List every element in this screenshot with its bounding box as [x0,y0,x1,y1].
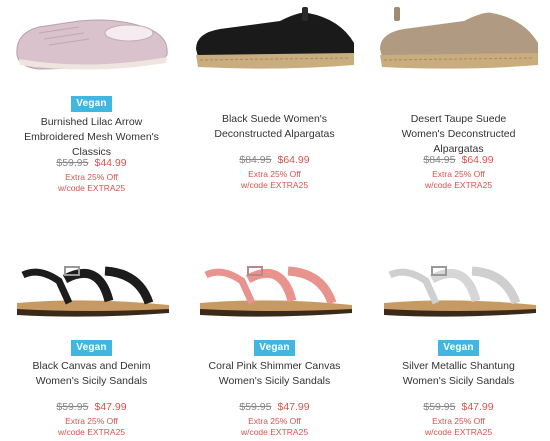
product-card[interactable]: Vegan Coral Pink Shimmer Canvas Women's … [183,250,366,441]
product-image[interactable] [367,252,550,324]
sale-price: $47.99 [461,401,494,413]
original-price: $59.95 [239,401,272,413]
price: $84.95 $64.99 [183,154,366,167]
promo-line-2: w/code EXTRA25 [240,180,309,190]
sandal-icon [200,266,352,317]
vegan-badge: Vegan [71,96,112,112]
product-card[interactable]: Vegan Silver Metallic Shantung Women's S… [367,250,550,441]
product-name[interactable]: Black Suede Women's Deconstructed Alparg… [183,112,366,142]
promo-line-2: w/code EXTRA25 [57,427,126,437]
vegan-badge: Vegan [254,340,295,356]
promo-line-1: Extra 25% Off [248,169,301,179]
product-image[interactable] [367,2,550,80]
product-name[interactable]: Black Canvas and Denim Women's Sicily Sa… [0,359,183,389]
price: $59.95 $47.99 [367,401,550,414]
slip-on-shoe-icon [16,19,168,70]
sale-price: $47.99 [277,401,310,413]
vegan-badge: Vegan [438,340,479,356]
price: $84.95 $64.99 [367,154,550,167]
original-price: $59.95 [423,401,456,413]
sale-price: $64.99 [277,154,310,166]
price: $59.95 $44.99 [0,157,183,170]
price: $59.95 $47.99 [183,401,366,414]
product-image[interactable] [0,2,183,80]
product-card[interactable]: Vegan Burnished Lilac Arrow Embroidered … [0,0,183,220]
product-card[interactable]: Vegan Black Canvas and Denim Women's Sic… [0,250,183,441]
promo-line-1: Extra 25% Off [65,172,118,182]
sale-price: $64.99 [461,154,494,166]
promo-line-2: w/code EXTRA25 [57,183,126,193]
espadrille-shoe-icon [379,7,538,69]
product-name[interactable]: Desert Taupe Suede Women's Deconstructed… [367,112,550,157]
sale-price: $47.99 [94,401,127,413]
product-card[interactable]: Black Suede Women's Deconstructed Alparg… [183,0,366,220]
vegan-badge: Vegan [71,340,112,356]
original-price: $84.95 [423,154,456,166]
product-name[interactable]: Silver Metallic Shantung Women's Sicily … [367,359,550,389]
espadrille-shoe-icon [195,7,354,69]
original-price: $84.95 [239,154,272,166]
promo-line-1: Extra 25% Off [248,416,301,426]
original-price: $59.95 [56,157,89,169]
promo-line-1: Extra 25% Off [432,169,485,179]
promo-line-2: w/code EXTRA25 [424,427,493,437]
sandal-icon [384,266,536,317]
product-name[interactable]: Burnished Lilac Arrow Embroidered Mesh W… [0,115,183,160]
original-price: $59.95 [56,401,89,413]
promo-line-1: Extra 25% Off [432,416,485,426]
product-image[interactable] [0,252,183,324]
promo-line-2: w/code EXTRA25 [240,427,309,437]
product-image[interactable] [183,2,366,80]
product-name[interactable]: Coral Pink Shimmer Canvas Women's Sicily… [183,359,366,389]
product-image[interactable] [183,252,366,324]
promo-line-2: w/code EXTRA25 [424,180,493,190]
price: $59.95 $47.99 [0,401,183,414]
product-card[interactable]: Desert Taupe Suede Women's Deconstructed… [367,0,550,220]
sandal-icon [17,266,169,317]
sale-price: $44.99 [94,157,127,169]
promo-line-1: Extra 25% Off [65,416,118,426]
